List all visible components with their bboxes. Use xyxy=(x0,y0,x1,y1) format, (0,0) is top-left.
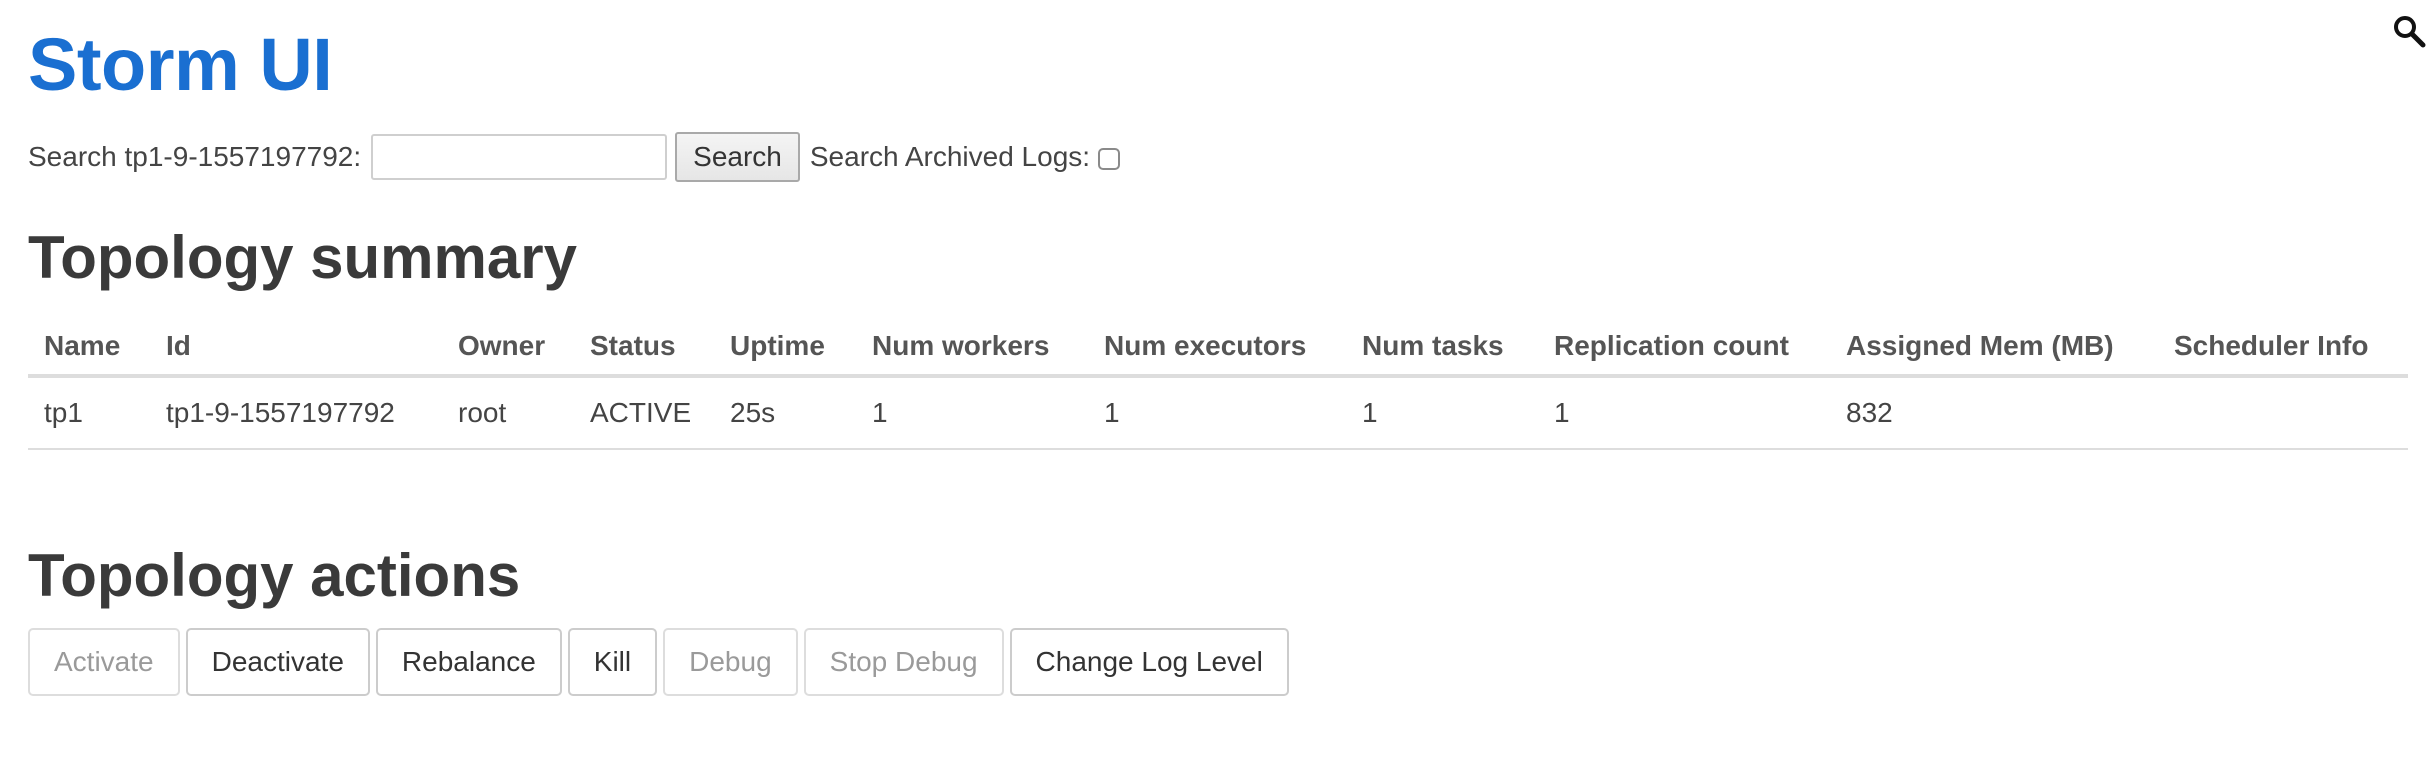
column-header-name[interactable]: Name xyxy=(28,318,150,378)
search-archived-logs-label: Search Archived Logs: xyxy=(809,141,1091,172)
activate-button[interactable]: Activate xyxy=(28,628,180,696)
search-button[interactable]: Search xyxy=(675,132,800,182)
search-archived-logs-checkbox[interactable] xyxy=(1098,148,1121,170)
column-header-uptime[interactable]: Uptime xyxy=(714,318,856,378)
stop-debug-button[interactable]: Stop Debug xyxy=(803,628,1004,696)
table-row: tp1 tp1-9-1557197792 root ACTIVE 25s 1 1… xyxy=(28,376,2408,450)
topology-summary-table: Name Id Owner Status Uptime Num workers … xyxy=(28,318,2408,450)
cell-owner: root xyxy=(442,376,574,450)
cell-name: tp1 xyxy=(28,376,150,450)
column-header-id[interactable]: Id xyxy=(150,318,442,378)
column-header-num-executors[interactable]: Num executors xyxy=(1088,318,1346,378)
search-icon[interactable] xyxy=(2392,14,2426,48)
table-header-row: Name Id Owner Status Uptime Num workers … xyxy=(28,318,2408,378)
cell-scheduler-info xyxy=(2158,376,2408,450)
topology-summary-heading: Topology summary xyxy=(28,224,577,291)
cell-status: ACTIVE xyxy=(574,376,714,450)
cell-num-workers: 1 xyxy=(856,376,1088,450)
cell-num-tasks: 1 xyxy=(1346,376,1538,450)
search-bar: Search tp1-9-1557197792: Search Search A… xyxy=(28,132,1121,182)
change-log-level-button[interactable]: Change Log Level xyxy=(1009,628,1289,696)
app-title[interactable]: Storm UI xyxy=(28,28,333,102)
cell-uptime: 25s xyxy=(714,376,856,450)
column-header-num-tasks[interactable]: Num tasks xyxy=(1346,318,1538,378)
column-header-assigned-mem[interactable]: Assigned Mem (MB) xyxy=(1830,318,2158,378)
column-header-num-workers[interactable]: Num workers xyxy=(856,318,1088,378)
search-input[interactable] xyxy=(371,134,668,180)
cell-replication-count: 1 xyxy=(1538,376,1830,450)
column-header-status[interactable]: Status xyxy=(574,318,714,378)
column-header-scheduler-info[interactable]: Scheduler Info xyxy=(2158,318,2408,378)
topology-actions-heading: Topology actions xyxy=(28,542,521,609)
deactivate-button[interactable]: Deactivate xyxy=(185,628,370,696)
column-header-owner[interactable]: Owner xyxy=(442,318,574,378)
cell-id: tp1-9-1557197792 xyxy=(150,376,442,450)
topology-actions-bar: Activate Deactivate Rebalance Kill Debug… xyxy=(28,628,1295,696)
debug-button[interactable]: Debug xyxy=(663,628,798,696)
rebalance-button[interactable]: Rebalance xyxy=(375,628,562,696)
kill-button[interactable]: Kill xyxy=(567,628,658,696)
cell-assigned-mem: 832 xyxy=(1830,376,2158,450)
search-label: Search tp1-9-1557197792: xyxy=(28,141,362,172)
cell-num-executors: 1 xyxy=(1088,376,1346,450)
column-header-replication-count[interactable]: Replication count xyxy=(1538,318,1830,378)
